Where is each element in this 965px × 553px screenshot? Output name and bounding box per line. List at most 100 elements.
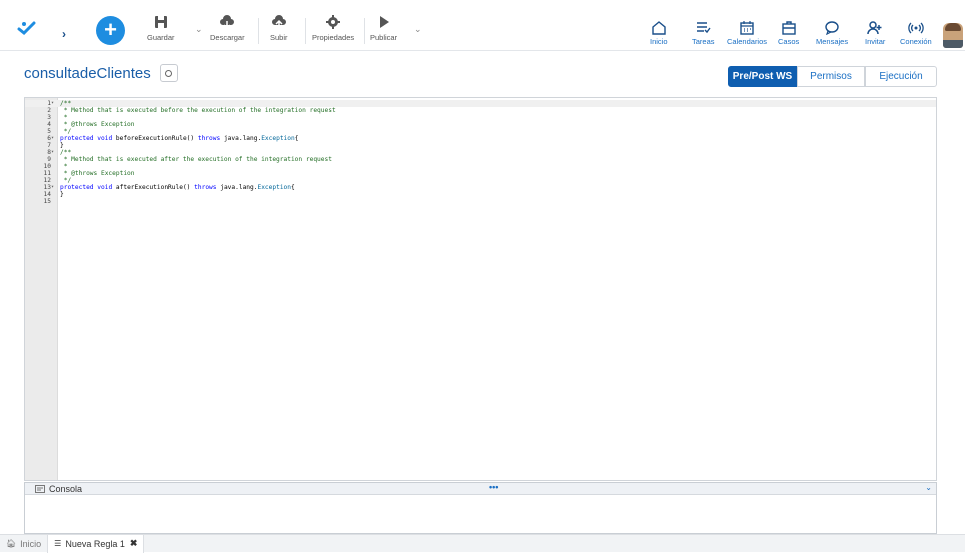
code-text: /** bbox=[60, 149, 72, 156]
code-line[interactable]: 9 * Method that is executed after the ex… bbox=[25, 156, 936, 163]
code-text: protected void beforeExecutionRule() thr… bbox=[60, 135, 299, 142]
line-number: 3 bbox=[47, 114, 51, 121]
nav-tareas-label: Tareas bbox=[692, 37, 715, 46]
page-header: consultadeClientes bbox=[24, 64, 178, 82]
line-number: 9 bbox=[47, 156, 51, 163]
nav-conexion[interactable]: Conexión bbox=[900, 20, 932, 50]
tab-pre-post-ws[interactable]: Pre/Post WS bbox=[728, 66, 797, 87]
play-icon bbox=[379, 16, 389, 28]
line-number: 4 bbox=[47, 121, 51, 128]
cloud-download-icon bbox=[220, 15, 235, 30]
code-text: */ bbox=[60, 177, 72, 184]
code-text: * @throws Exception bbox=[60, 170, 135, 177]
upload-label: Subir bbox=[270, 33, 288, 42]
chevron-down-icon[interactable]: ⌄ bbox=[925, 483, 932, 492]
line-number: 7 bbox=[47, 142, 51, 149]
tab-ejecucion[interactable]: Ejecución bbox=[865, 66, 937, 87]
bottom-tab-bar: 🏠︎ Inicio ☰ Nueva Regla 1 ✖ bbox=[0, 534, 965, 553]
app-logo-icon[interactable] bbox=[17, 20, 37, 36]
nav-calendarios[interactable]: Calendarios bbox=[727, 20, 767, 50]
close-icon[interactable]: ✖ bbox=[130, 538, 138, 549]
console-panel: Consola ••• ⌄ bbox=[24, 482, 937, 534]
code-line[interactable]: 6 ▾ protected void beforeExecutionRule() t… bbox=[25, 135, 936, 142]
properties-label: Propiedades bbox=[312, 33, 355, 42]
code-line[interactable]: 8 ▾/** bbox=[25, 149, 936, 156]
code-line[interactable]: 14} bbox=[25, 191, 936, 198]
resize-handle[interactable]: ••• bbox=[489, 482, 498, 492]
publish-button[interactable]: Publicar bbox=[370, 14, 397, 46]
code-text: protected void afterExecutionRule() thro… bbox=[60, 184, 295, 191]
status-toggle-button[interactable] bbox=[159, 64, 178, 82]
code-editor[interactable]: 1 ▾/** 2 * Method that is executed before … bbox=[24, 97, 937, 481]
code-line[interactable]: 5 */ bbox=[25, 128, 936, 135]
bottom-tab-home[interactable]: 🏠︎ Inicio bbox=[0, 535, 47, 553]
calendar-icon bbox=[740, 21, 754, 35]
code-line[interactable]: 15 bbox=[25, 198, 936, 205]
save-dropdown-icon[interactable]: ⌄ bbox=[195, 24, 203, 35]
code-text: } bbox=[60, 142, 64, 149]
download-button[interactable]: Descargar bbox=[210, 14, 245, 46]
line-number: 12 bbox=[43, 177, 51, 184]
code-line[interactable]: 2 * Method that is executed before the e… bbox=[25, 107, 936, 114]
console-title: Consola bbox=[49, 483, 83, 494]
briefcase-icon bbox=[781, 21, 796, 35]
fold-icon[interactable]: ▾ bbox=[51, 100, 58, 107]
save-button[interactable]: Guardar bbox=[147, 14, 175, 46]
nav-inicio-label: Inicio bbox=[650, 37, 668, 46]
list-icon: ☰ bbox=[54, 539, 62, 548]
code-line[interactable]: 13 ▾ protected void afterExecutionRule() t… bbox=[25, 184, 936, 191]
line-number: 11 bbox=[43, 170, 51, 177]
fold-icon[interactable]: ▾ bbox=[51, 184, 58, 191]
code-line[interactable]: 3 * bbox=[25, 114, 936, 121]
home-icon bbox=[652, 21, 666, 35]
divider bbox=[258, 18, 259, 44]
fold-icon[interactable]: ▾ bbox=[51, 135, 58, 142]
code-text: * bbox=[60, 114, 68, 121]
code-line[interactable]: 1 ▾/** bbox=[25, 100, 936, 107]
nav-mensajes[interactable]: Mensajes bbox=[816, 20, 848, 50]
code-text: /** bbox=[60, 100, 72, 107]
code-line[interactable]: 12 */ bbox=[25, 177, 936, 184]
nav-tareas[interactable]: Tareas bbox=[692, 20, 715, 50]
top-toolbar: › + Guardar ⌄ Descargar Subir Propiedade… bbox=[0, 0, 965, 51]
line-number: 10 bbox=[43, 163, 51, 170]
add-button[interactable]: + bbox=[96, 16, 125, 45]
nav-mensajes-label: Mensajes bbox=[816, 37, 849, 46]
properties-button[interactable]: Propiedades bbox=[312, 14, 354, 46]
upload-button[interactable]: Subir bbox=[270, 14, 288, 46]
circle-icon bbox=[165, 69, 173, 77]
publish-dropdown-icon[interactable]: ⌄ bbox=[414, 24, 422, 35]
avatar[interactable] bbox=[943, 23, 963, 48]
nav-invitar-label: Invitar bbox=[865, 37, 886, 46]
page-title: consultadeClientes bbox=[24, 64, 151, 82]
save-label: Guardar bbox=[147, 33, 175, 42]
bottom-tab-current[interactable]: ☰ Nueva Regla 1 ✖ bbox=[47, 534, 145, 553]
code-line[interactable]: 11 * @throws Exception bbox=[25, 170, 936, 177]
console-header[interactable]: Consola ••• ⌄ bbox=[25, 482, 936, 495]
code-text: * Method that is executed before the exe… bbox=[60, 107, 336, 114]
code-text: * @throws Exception bbox=[60, 121, 135, 128]
line-number: 2 bbox=[47, 107, 51, 114]
line-number: 14 bbox=[43, 191, 51, 198]
code-text: * bbox=[60, 163, 68, 170]
code-line[interactable]: 10 * bbox=[25, 163, 936, 170]
publish-label: Publicar bbox=[370, 33, 398, 42]
cloud-upload-icon bbox=[271, 15, 286, 29]
download-label: Descargar bbox=[210, 33, 245, 42]
code-text: */ bbox=[60, 128, 72, 135]
nav-invitar[interactable]: Invitar bbox=[865, 20, 885, 50]
chevron-right-icon[interactable]: › bbox=[62, 27, 66, 41]
fold-icon[interactable]: ▾ bbox=[51, 149, 58, 156]
code-text: } bbox=[60, 191, 64, 198]
tab-permisos[interactable]: Permisos bbox=[797, 66, 865, 87]
home-icon: 🏠︎ bbox=[6, 539, 17, 548]
code-line[interactable]: 4 * @throws Exception bbox=[25, 121, 936, 128]
line-number: 1 bbox=[47, 100, 51, 107]
save-icon bbox=[154, 16, 167, 28]
code-line[interactable]: 7} bbox=[25, 142, 936, 149]
line-number: 15 bbox=[43, 198, 51, 205]
view-tabs: Pre/Post WS Permisos Ejecución bbox=[728, 66, 937, 87]
nav-inicio[interactable]: Inicio bbox=[650, 20, 668, 50]
nav-casos[interactable]: Casos bbox=[778, 20, 799, 50]
code-text: * Method that is executed after the exec… bbox=[60, 156, 332, 163]
